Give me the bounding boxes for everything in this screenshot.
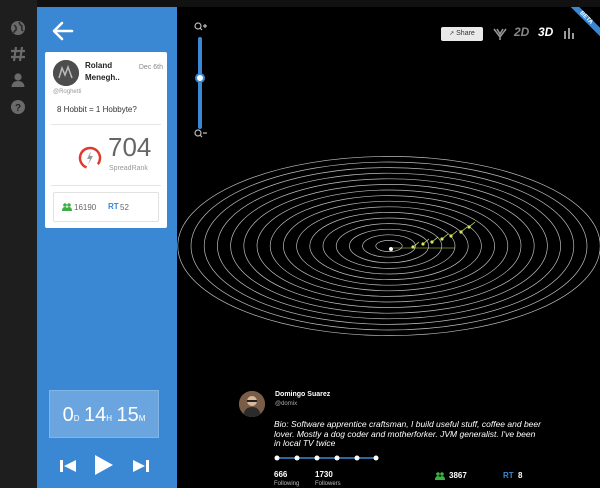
profile-handle[interactable]: @domix bbox=[275, 401, 297, 407]
timer-hours-unit: H bbox=[106, 414, 112, 423]
mode-2d-button[interactable]: 2D bbox=[514, 25, 529, 39]
spread-ring bbox=[335, 223, 443, 269]
spread-ring bbox=[309, 212, 469, 280]
spread-ring bbox=[362, 234, 416, 258]
divider bbox=[51, 124, 161, 125]
spread-ring bbox=[322, 217, 456, 275]
tweet-panel: Roland Menegh.. Dec 6th @Roghetti 8 Hobb… bbox=[37, 7, 177, 488]
play-icon[interactable] bbox=[93, 453, 115, 477]
users-icon bbox=[435, 472, 445, 480]
spread-rank-value: 704 bbox=[108, 132, 152, 162]
visualization-canvas[interactable]: ↗ Share 2D 3D BETA Domingo Suarez @domix… bbox=[177, 7, 600, 488]
timeline-dot[interactable] bbox=[294, 455, 300, 461]
tweet-card[interactable]: Roland Menegh.. Dec 6th @Roghetti 8 Hobb… bbox=[45, 52, 167, 228]
spread-node[interactable] bbox=[440, 237, 444, 241]
spread-ring bbox=[269, 195, 509, 297]
spread-ring bbox=[177, 156, 600, 336]
divider bbox=[51, 185, 161, 186]
spread-node[interactable] bbox=[430, 240, 434, 244]
back-arrow-icon[interactable] bbox=[51, 19, 75, 43]
hashtag-icon[interactable] bbox=[10, 46, 26, 62]
spread-ring bbox=[375, 240, 403, 252]
spread-rank-label: SpreadRank bbox=[109, 165, 148, 172]
timer-hours: 14 bbox=[83, 404, 107, 426]
rewind-icon[interactable] bbox=[59, 458, 77, 474]
following-label: Following bbox=[274, 481, 300, 487]
tweet-date: Dec 6th bbox=[138, 64, 163, 71]
left-icon-bar: ? bbox=[0, 0, 37, 488]
author-handle[interactable]: @Roghetti bbox=[53, 89, 81, 95]
beta-label: BETA bbox=[564, 7, 600, 40]
zoom-slider-handle[interactable] bbox=[195, 73, 205, 83]
avatar bbox=[53, 60, 79, 86]
share-button[interactable]: ↗ Share bbox=[441, 27, 483, 41]
time-counter: 0D 14H 15M bbox=[49, 390, 159, 438]
timer-days-unit: D bbox=[73, 414, 80, 423]
spread-ring bbox=[283, 200, 495, 292]
timer-minutes: 15 bbox=[116, 404, 139, 426]
zoom-slider-track[interactable] bbox=[198, 37, 202, 129]
network-view-icon[interactable] bbox=[493, 27, 507, 41]
spread-node[interactable] bbox=[421, 242, 425, 246]
profile-rt-label: RT bbox=[503, 471, 514, 480]
profile-rt-count: 8 bbox=[518, 471, 523, 480]
profile-avatar[interactable] bbox=[239, 391, 265, 417]
spread-ring bbox=[349, 228, 429, 264]
beta-ribbon: BETA bbox=[560, 7, 600, 47]
profile-bio: Bio: Software apprentice craftsman, I bu… bbox=[274, 419, 541, 448]
tweet-text: 8 Hobbit = 1 Hobbyte? bbox=[57, 105, 137, 114]
spreadrank-gauge-icon bbox=[78, 146, 102, 170]
timer-minutes-unit: M bbox=[138, 414, 146, 423]
timeline-dot[interactable] bbox=[334, 455, 340, 461]
timeline-dot[interactable] bbox=[373, 455, 379, 461]
followers-label: Followers bbox=[315, 481, 341, 487]
spread-ring bbox=[217, 172, 561, 320]
forward-icon[interactable] bbox=[132, 458, 150, 474]
share-icon: ↗ bbox=[449, 31, 455, 37]
timeline-dot[interactable] bbox=[354, 455, 360, 461]
globe-icon[interactable] bbox=[10, 20, 26, 36]
profile-followers-count: 1730 bbox=[315, 470, 333, 479]
spread-ring bbox=[296, 206, 482, 286]
following-count: 666 bbox=[274, 470, 288, 479]
rt-count: 52 bbox=[120, 203, 129, 212]
spread-node[interactable] bbox=[459, 230, 463, 234]
author-name[interactable]: Roland Menegh.. bbox=[85, 60, 143, 84]
spread-rings-visualization[interactable] bbox=[177, 117, 600, 377]
help-icon[interactable]: ? bbox=[10, 99, 26, 115]
user-icon[interactable] bbox=[10, 72, 26, 88]
spread-node[interactable] bbox=[467, 225, 471, 229]
timeline-dot[interactable] bbox=[314, 455, 320, 461]
origin-node[interactable] bbox=[389, 247, 393, 251]
spread-ring bbox=[230, 178, 548, 314]
spread-ring bbox=[190, 161, 588, 331]
timeline-dot[interactable] bbox=[274, 455, 280, 461]
reach-followers-count: 3867 bbox=[449, 471, 467, 480]
zoom-in-icon[interactable] bbox=[194, 22, 208, 31]
users-icon bbox=[62, 203, 72, 211]
rt-label: RT bbox=[108, 202, 119, 211]
spread-ring bbox=[243, 184, 535, 308]
spread-ring bbox=[203, 167, 575, 325]
spread-node[interactable] bbox=[449, 234, 453, 238]
timeline-progress[interactable] bbox=[274, 454, 379, 462]
share-label: Share bbox=[456, 30, 475, 37]
svg-text:?: ? bbox=[15, 103, 21, 114]
timer-days: 0 bbox=[62, 404, 74, 426]
profile-name[interactable]: Domingo Suarez bbox=[275, 391, 330, 398]
tweet-stats: 16190 RT 52 bbox=[53, 192, 159, 222]
mode-3d-button[interactable]: 3D bbox=[538, 25, 553, 39]
followers-count: 16190 bbox=[74, 203, 97, 212]
